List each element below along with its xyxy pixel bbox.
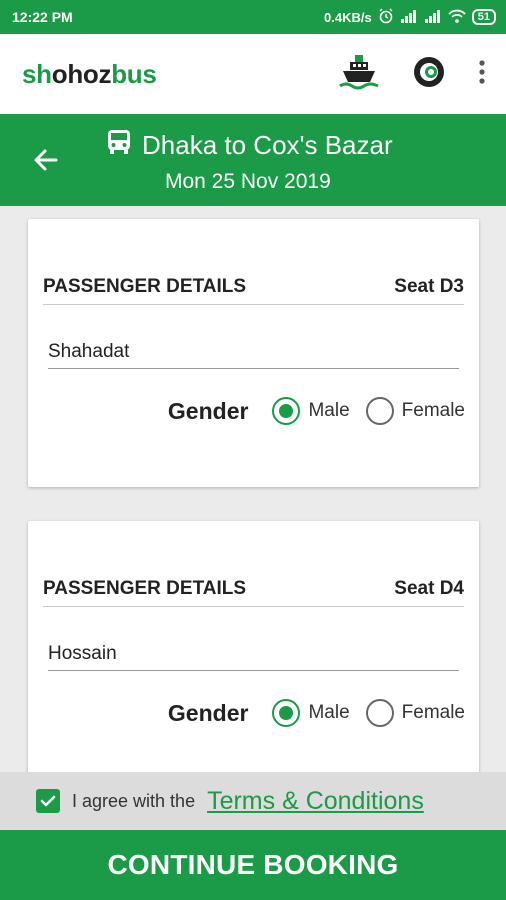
male-label: Male [308, 702, 350, 723]
female-label: Female [401, 702, 465, 723]
radio-male[interactable] [272, 397, 301, 425]
passenger-details-heading: PASSENGER DETAILS [43, 275, 247, 297]
trip-date: Mon 25 Nov 2019 [165, 170, 331, 193]
gender-option-female[interactable]: Female [365, 699, 465, 727]
passenger-name-field[interactable] [48, 637, 459, 671]
radio-female[interactable] [365, 397, 394, 425]
trip-header: Dhaka to Cox's Bazar Mon 25 Nov 2019 [0, 114, 506, 206]
passenger-card: PASSENGER DETAILS Seat D4 Gender Male Fe… [28, 521, 479, 791]
more-vert-icon[interactable] [478, 59, 486, 89]
alarm-icon [378, 8, 394, 27]
network-speed: 0.4KB/s [324, 9, 372, 25]
passenger-card-header: PASSENGER DETAILS Seat D4 [43, 571, 464, 607]
gender-selector: Gender Male Female [168, 699, 465, 727]
battery-icon: 51 [471, 9, 496, 25]
signal-icon [400, 9, 418, 26]
status-time: 12:22 PM [12, 9, 73, 25]
terms-agreement-bar: I agree with the Terms & Conditions [0, 772, 506, 830]
gender-option-male[interactable]: Male [272, 699, 350, 727]
gender-label: Gender [167, 699, 249, 726]
female-label: Female [401, 400, 465, 421]
terms-conditions-link[interactable]: Terms & Conditions [207, 787, 424, 816]
radio-male[interactable] [272, 699, 301, 727]
ship-icon[interactable] [338, 52, 380, 97]
male-label: Male [308, 400, 350, 421]
status-bar: 12:22 PM 0.4KB/s 51 [0, 0, 506, 34]
app-switch-icon[interactable] [412, 55, 446, 94]
trip-route: Dhaka to Cox's Bazar [106, 128, 393, 163]
status-icons: 0.4KB/s 51 [324, 8, 496, 27]
shohozbus-logo: shohozbus [22, 58, 157, 89]
gender-option-female[interactable]: Female [365, 397, 465, 425]
passenger-card: PASSENGER DETAILS Seat D3 Gender Male Fe… [28, 219, 479, 487]
passenger-details-heading: PASSENGER DETAILS [43, 577, 247, 599]
gender-option-male[interactable]: Male [272, 397, 350, 425]
wifi-icon [448, 9, 466, 26]
radio-female[interactable] [365, 699, 394, 727]
agree-text: I agree with the [72, 790, 196, 811]
gender-selector: Gender Male Female [168, 397, 465, 425]
passenger-name-field[interactable] [48, 335, 459, 369]
back-arrow-icon[interactable] [30, 144, 62, 176]
gender-label: Gender [167, 397, 249, 424]
signal-icon [424, 9, 442, 26]
seat-label: Seat D4 [394, 577, 464, 599]
app-bar: shohozbus [0, 34, 506, 114]
agree-checkbox[interactable] [36, 789, 60, 813]
continue-booking-button[interactable]: CONTINUE BOOKING [0, 830, 506, 900]
seat-label: Seat D3 [394, 275, 464, 297]
route-title: Dhaka to Cox's Bazar [142, 130, 393, 160]
bus-icon [106, 128, 132, 163]
passenger-card-header: PASSENGER DETAILS Seat D3 [43, 269, 464, 305]
